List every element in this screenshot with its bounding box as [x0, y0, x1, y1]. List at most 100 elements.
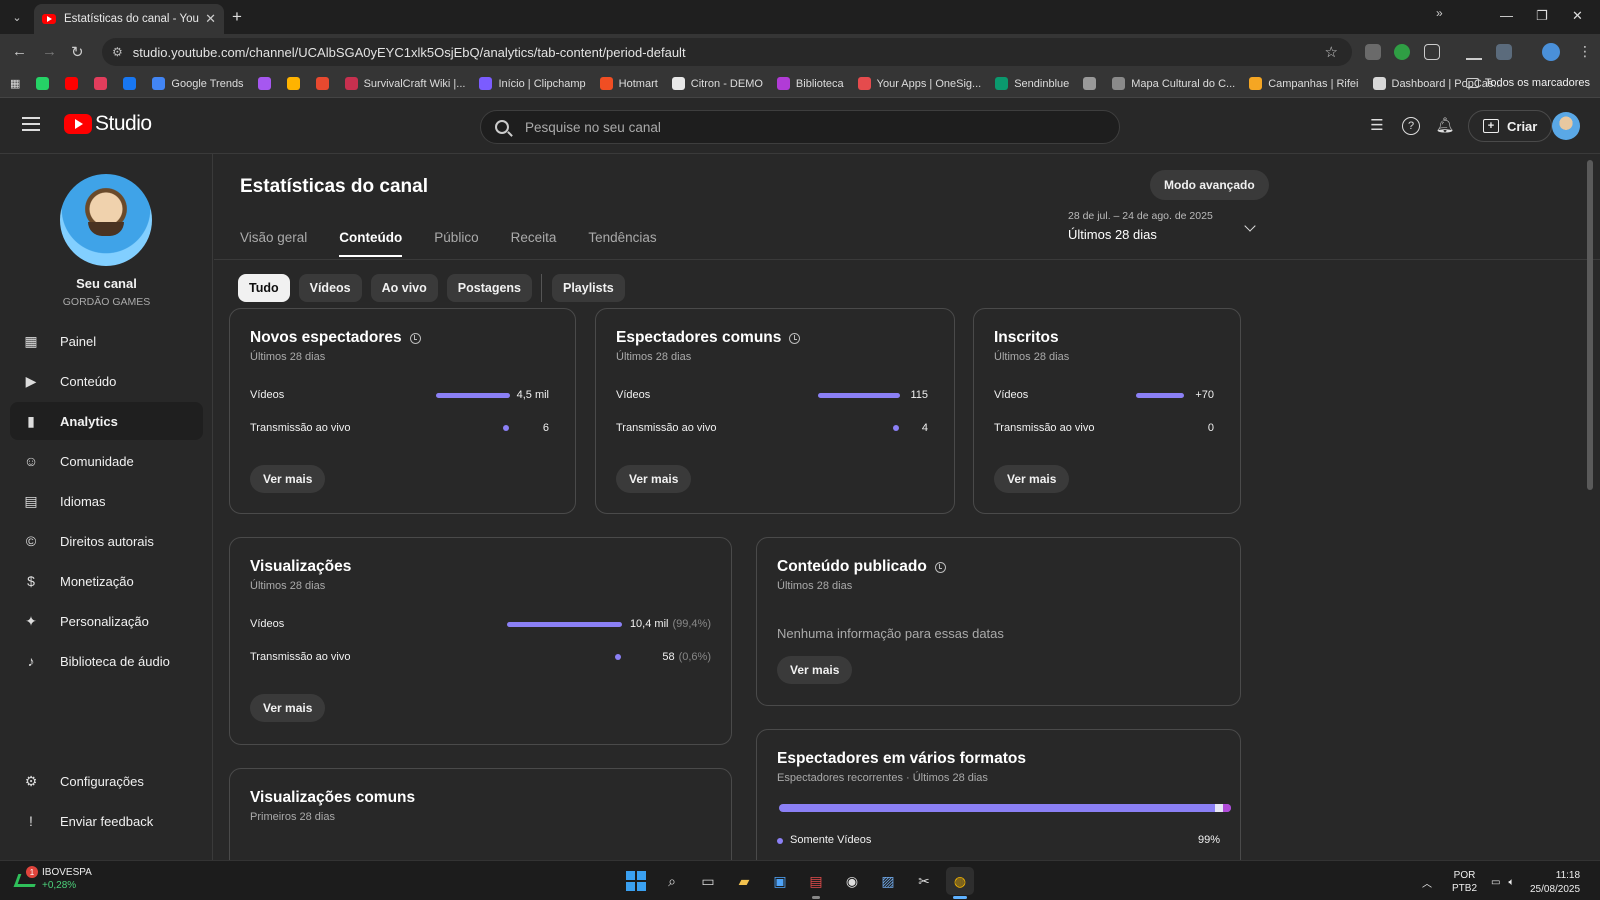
search-icon[interactable]: ⌕ [658, 867, 686, 895]
bookmark-item[interactable] [286, 77, 306, 90]
browser-tab-active[interactable]: Estatísticas do canal - YouTube ✕ [34, 4, 224, 34]
all-bookmarks-folder[interactable]: Todos os marcadores [1465, 77, 1590, 89]
bookmark-item[interactable] [94, 77, 113, 90]
language-indicator[interactable]: POR PTB2 [1452, 869, 1477, 895]
chip-playlists[interactable]: Playlists [552, 274, 625, 302]
task-view-icon[interactable]: ▭ [694, 867, 722, 895]
sidebar-item-conteúdo[interactable]: ▶ Conteúdo [10, 362, 203, 400]
close-tab-icon[interactable]: ✕ [205, 11, 216, 27]
bookmark-item[interactable]: Mapa Cultural do C... [1112, 77, 1235, 90]
file-explorer-icon[interactable]: ▰ [730, 867, 758, 895]
bookmark-item[interactable]: Sendinblue [995, 77, 1069, 90]
bookmark-item[interactable] [315, 77, 335, 90]
card-title: Visualizações [250, 558, 352, 575]
sidebar-item-configurações[interactable]: ⚙ Configurações [10, 762, 203, 800]
forward-arrow-icon[interactable]: → [42, 43, 57, 60]
legend-value: 99% [1197, 834, 1220, 846]
see-more-button[interactable]: Ver mais [616, 465, 692, 493]
sidebar-item-enviar-feedback[interactable]: ! Enviar feedback [10, 802, 203, 840]
see-more-button[interactable]: Ver mais [994, 465, 1070, 493]
translate-icon[interactable] [1496, 44, 1512, 60]
sidebar-item-personalização[interactable]: ✦ Personalização [10, 602, 203, 640]
bookmark-item[interactable]: Your Apps | OneSig... [857, 77, 981, 90]
browser-menu-icon[interactable]: ⋮ [1578, 43, 1592, 60]
stock-widget[interactable]: 1 IBOVESPA +0,28% [14, 866, 92, 891]
hamburger-menu-icon[interactable] [22, 117, 40, 131]
extensions-puzzle-icon[interactable] [1424, 44, 1440, 60]
bookmark-item[interactable]: Biblioteca [776, 77, 844, 90]
back-arrow-icon[interactable]: ← [12, 43, 27, 60]
bookmark-item[interactable]: Início | Clipchamp [479, 77, 586, 90]
tab-conteúdo[interactable]: Conteúdo [339, 230, 403, 257]
sidebar-item-biblioteca-de-áudio[interactable]: ♪ Biblioteca de áudio [10, 642, 203, 680]
page-scrollbar[interactable] [1587, 160, 1593, 490]
sidebar-item-analytics[interactable]: ▮ Analytics [10, 402, 203, 440]
new-tab-icon[interactable]: + [232, 7, 242, 27]
see-more-button[interactable]: Ver mais [250, 694, 326, 722]
see-more-button[interactable]: Ver mais [777, 656, 853, 684]
sidebar-item-comunidade[interactable]: ☺ Comunidade [10, 442, 203, 480]
windows-start-icon[interactable] [622, 867, 650, 895]
bookmark-item[interactable]: Google Trends [152, 77, 244, 90]
bookmark-item[interactable]: Hotmart [599, 77, 658, 90]
search-input[interactable]: Pesquise no seu canal [480, 110, 1120, 144]
capcut-icon[interactable]: ✂ [910, 867, 938, 895]
sidebar-item-direitos-autorais[interactable]: © Direitos autorais [10, 522, 203, 560]
tab-receita[interactable]: Receita [511, 230, 557, 257]
comments-icon[interactable]: ☰ [1366, 114, 1388, 136]
apps-grid-icon[interactable]: ▦ [10, 77, 20, 90]
bookmark-item[interactable] [123, 77, 142, 90]
notifications-bell-icon[interactable]: 🔔︎ [1434, 114, 1456, 136]
app-red-icon[interactable]: ▤ [802, 867, 830, 899]
advanced-mode-button[interactable]: Modo avançado [1150, 170, 1269, 200]
see-more-button[interactable]: Ver mais [250, 465, 326, 493]
bookmark-item[interactable] [65, 77, 84, 90]
chip-ao-vivo[interactable]: Ao vivo [370, 274, 438, 302]
sidebar-item-idiomas[interactable]: ▤ Idiomas [10, 482, 203, 520]
bookmark-star-icon[interactable]: ☆ [1325, 43, 1338, 61]
restore-window-icon[interactable]: ❐ [1536, 8, 1548, 24]
browser-profile-icon[interactable] [1542, 43, 1560, 61]
volume-icon[interactable]: 🔈︎ [1508, 877, 1514, 888]
tab-público[interactable]: Público [434, 230, 478, 257]
close-window-icon[interactable]: ✕ [1572, 8, 1583, 24]
extension-green-icon[interactable] [1394, 44, 1410, 60]
tab-visão-geral[interactable]: Visão geral [240, 230, 307, 257]
extension-icon[interactable] [1365, 44, 1381, 60]
more-bookmarks-icon[interactable]: » [1436, 6, 1443, 20]
published-content-card: Conteúdo publicado Últimos 28 dias Nenhu… [756, 537, 1241, 706]
live-dot [615, 654, 621, 660]
tab-search-chevron-icon[interactable]: ⌄ [6, 6, 28, 28]
time: 11:18 [1555, 870, 1581, 881]
site-info-icon[interactable]: ⚙ [112, 45, 123, 59]
bookmark-item[interactable] [257, 77, 277, 90]
network-icon[interactable]: ▭ [1491, 877, 1500, 888]
help-icon[interactable]: ? [1402, 117, 1420, 135]
clock[interactable]: 11:18 25/08/2025 [1530, 869, 1580, 897]
bookmark-item[interactable] [1083, 77, 1102, 90]
create-button[interactable]: + Criar [1468, 110, 1553, 142]
bookmark-item[interactable]: Citron - DEMO [671, 77, 763, 90]
address-bar[interactable]: ⚙ studio.youtube.com/channel/UCAlbSGA0yE… [102, 38, 1352, 66]
bookmark-item[interactable] [36, 77, 55, 90]
obs-icon[interactable]: ◉ [838, 867, 866, 895]
sidebar-item-painel[interactable]: ▦ Painel [10, 322, 203, 360]
bookmark-item[interactable]: Campanhas | Rifei [1249, 77, 1359, 90]
chip-tudo[interactable]: Tudo [238, 274, 290, 302]
studio-logo[interactable]: Studio [64, 112, 152, 136]
channel-avatar[interactable] [60, 174, 152, 266]
account-avatar[interactable] [1552, 112, 1580, 140]
sidebar-item-monetização[interactable]: $ Monetização [10, 562, 203, 600]
period-selector[interactable]: 28 de jul. – 24 de ago. de 2025 Últimos … [1068, 210, 1268, 242]
bookmark-item[interactable]: SurvivalCraft Wiki |... [344, 77, 465, 90]
chip-postagens[interactable]: Postagens [446, 274, 532, 302]
minimize-window-icon[interactable]: — [1500, 8, 1513, 23]
microsoft-store-icon[interactable]: ▣ [766, 867, 794, 895]
tray-chevron-icon[interactable]: ︿ [1422, 875, 1432, 890]
app-blue-icon[interactable]: ▨ [874, 867, 902, 895]
reload-icon[interactable]: ↻ [71, 43, 84, 61]
tab-tendências[interactable]: Tendências [588, 230, 656, 257]
download-icon[interactable] [1466, 44, 1482, 60]
chrome-icon[interactable]: ◍ [946, 867, 974, 899]
chip-vídeos[interactable]: Vídeos [298, 274, 362, 302]
